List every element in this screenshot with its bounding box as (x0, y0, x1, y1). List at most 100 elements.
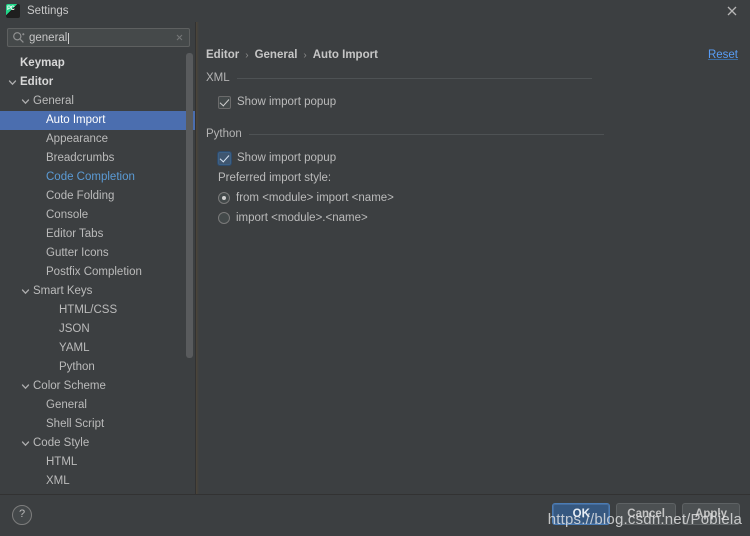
python-show-import-popup-label: Show import popup (237, 152, 337, 164)
chevron-down-icon[interactable] (20, 438, 31, 449)
sidebar-item-label: Code Folding (46, 190, 115, 202)
sidebar-item-shell-script[interactable]: Shell Script (0, 415, 195, 434)
sidebar-item-label: General (33, 95, 74, 107)
python-show-import-popup-row[interactable]: Show import popup (206, 148, 738, 168)
sidebar-item-html[interactable]: HTML (0, 453, 195, 472)
sidebar-item-yaml[interactable]: YAML (0, 339, 195, 358)
pane-divider (196, 22, 199, 494)
python-section: Python Show import popup Preferred impor… (206, 126, 738, 228)
ok-button[interactable]: OK (552, 503, 611, 525)
sidebar-item-label: Gutter Icons (46, 247, 109, 259)
dialog-body: general Keymap Editor General Auto Import Ap… (0, 22, 750, 494)
sidebar-item-html-css[interactable]: HTML/CSS (0, 301, 195, 320)
sidebar-item-label: General (46, 399, 87, 411)
import-style-radio-from-module[interactable] (218, 192, 230, 204)
import-style-label-import-module: import <module>.<name> (236, 212, 368, 224)
sidebar-item-smart-keys[interactable]: Smart Keys (0, 282, 195, 301)
dialog-footer: ? OK Cancel Apply (0, 494, 750, 536)
settings-tree[interactable]: Keymap Editor General Auto Import Appearance… (0, 52, 195, 494)
help-button[interactable]: ? (12, 505, 32, 525)
search-value: general (29, 32, 174, 44)
cancel-button[interactable]: Cancel (616, 503, 676, 525)
sidebar-item-postfix-completion[interactable]: Postfix Completion (0, 263, 195, 282)
sidebar-item-code-style[interactable]: Code Style (0, 434, 195, 453)
scrollbar-thumb[interactable] (186, 53, 193, 358)
xml-section-header: XML (206, 70, 738, 86)
sidebar-item-appearance[interactable]: Appearance (0, 130, 195, 149)
sidebar-item-color-scheme[interactable]: Color Scheme (0, 377, 195, 396)
sidebar-item-breadcrumbs[interactable]: Breadcrumbs (0, 149, 195, 168)
section-divider (236, 77, 592, 79)
import-style-option-from-module[interactable]: from <module> import <name> (206, 188, 738, 208)
sidebar-item-label: JSON (59, 323, 90, 335)
window-title: Settings (27, 5, 69, 17)
sidebar-item-label: Shell Script (46, 418, 105, 430)
xml-section-title: XML (206, 72, 230, 84)
chevron-down-icon[interactable] (7, 77, 18, 88)
sidebar-item-editor-tabs[interactable]: Editor Tabs (0, 225, 195, 244)
sidebar-item-label: Code Style (33, 437, 90, 449)
settings-content: XML Show import popup Python Show import… (206, 70, 738, 242)
settings-dialog: Settings general (0, 0, 750, 536)
sidebar-item-label: Breadcrumbs (46, 152, 115, 164)
xml-section: XML Show import popup (206, 70, 738, 112)
import-style-option-import-module[interactable]: import <module>.<name> (206, 208, 738, 228)
dialog-button-group: OK Cancel Apply (552, 503, 740, 525)
sidebar-item-label: Code Completion (46, 171, 135, 183)
sidebar-item-label: Smart Keys (33, 285, 93, 297)
sidebar-item-general[interactable]: General (0, 92, 195, 111)
search-icon (12, 31, 25, 44)
sidebar-item-general[interactable]: General (0, 396, 195, 415)
sidebar-item-console[interactable]: Console (0, 206, 195, 225)
title-bar: Settings (0, 0, 750, 22)
search-container: general (0, 22, 195, 52)
sidebar-item-auto-import[interactable]: Auto Import (0, 111, 195, 130)
sidebar-item-label: Editor (20, 76, 54, 88)
sidebar-item-label: Editor Tabs (46, 228, 104, 240)
sidebar-item-python[interactable]: Python (0, 358, 195, 377)
import-style-label-from-module: from <module> import <name> (236, 192, 394, 204)
chevron-down-icon[interactable] (20, 286, 31, 297)
sidebar-item-label: Python (59, 361, 95, 373)
sidebar-item-label: YAML (59, 342, 90, 354)
sidebar-item-label: Color Scheme (33, 380, 106, 392)
breadcrumb-separator: › (303, 49, 307, 61)
chevron-down-icon[interactable] (20, 381, 31, 392)
close-icon[interactable] (724, 3, 740, 19)
xml-show-import-popup-checkbox[interactable] (218, 95, 231, 109)
sidebar-item-label: Auto Import (46, 114, 106, 126)
section-divider (248, 133, 604, 135)
breadcrumb: Editor › General › Auto Import (206, 49, 378, 61)
sidebar-item-keymap[interactable]: Keymap (0, 54, 195, 73)
sidebar-scrollbar[interactable] (185, 53, 193, 490)
settings-sidebar: general Keymap Editor General Auto Import Ap… (0, 22, 196, 494)
sidebar-item-label: HTML (46, 456, 78, 468)
sidebar-item-code-completion[interactable]: Code Completion (0, 168, 195, 187)
breadcrumb-crumb: Auto Import (312, 49, 378, 61)
search-input[interactable]: general (7, 28, 190, 47)
clear-icon[interactable] (174, 32, 185, 43)
python-section-title: Python (206, 128, 242, 140)
sidebar-item-xml[interactable]: XML (0, 472, 195, 491)
sidebar-item-label: XML (46, 475, 70, 487)
sidebar-item-label: HTML/CSS (59, 304, 118, 316)
xml-show-import-popup-row[interactable]: Show import popup (206, 92, 738, 112)
sidebar-item-json[interactable]: JSON (0, 320, 195, 339)
breadcrumb-crumb: Editor (206, 49, 240, 61)
sidebar-item-editor[interactable]: Editor (0, 73, 195, 92)
sidebar-item-label: Console (46, 209, 89, 221)
sidebar-item-code-folding[interactable]: Code Folding (0, 187, 195, 206)
chevron-down-icon[interactable] (20, 96, 31, 107)
import-style-radio-import-module[interactable] (218, 212, 230, 224)
pycharm-icon (6, 4, 20, 18)
python-show-import-popup-checkbox[interactable] (218, 151, 231, 165)
sidebar-item-label: Postfix Completion (46, 266, 142, 278)
sidebar-item-gutter-icons[interactable]: Gutter Icons (0, 244, 195, 263)
breadcrumb-crumb: General (254, 49, 298, 61)
settings-detail-pane: Editor › General › Auto Import Reset XML Sho… (196, 22, 750, 494)
apply-button[interactable]: Apply (682, 503, 740, 525)
python-section-header: Python (206, 126, 738, 142)
breadcrumb-separator: › (245, 49, 249, 61)
reset-link[interactable]: Reset (708, 49, 738, 61)
preferred-import-style-label: Preferred import style: (218, 172, 332, 184)
